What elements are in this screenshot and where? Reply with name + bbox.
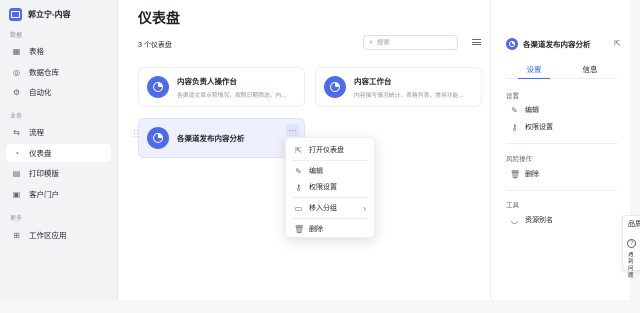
- panel-header: 各渠道发布内容分析: [506, 38, 591, 50]
- sidebar-item-label: 仪表盘: [29, 148, 52, 158]
- workspace-logo-icon: [9, 8, 22, 21]
- sidebar-section-more: 更多: [10, 216, 23, 222]
- panel-item-edit[interactable]: ✎ 编辑: [510, 105, 539, 115]
- database-icon: ◎: [13, 67, 20, 77]
- sidebar-item-label: 客户门户: [29, 189, 59, 199]
- search-icon: ⌕: [369, 38, 373, 46]
- dashboard-chart-icon: [147, 127, 169, 149]
- bottom-strip: [0, 300, 640, 313]
- card-description: 内容撰写情况统计，表格列表，常用功能...: [354, 92, 464, 99]
- print-icon: ▤: [12, 168, 21, 178]
- question-icon: ?: [627, 239, 636, 248]
- page-title: 仪表盘: [138, 10, 180, 26]
- menu-item-move-to-group[interactable]: ▭ 移入分组 ›: [286, 200, 374, 216]
- dashboard-count: 3 个仪表盘: [138, 42, 172, 49]
- more-options-button[interactable]: ···: [286, 124, 299, 136]
- menu-item-label: 编辑: [309, 168, 323, 175]
- search-input[interactable]: [376, 39, 447, 46]
- card-title: 内容负责人操作台: [177, 76, 237, 86]
- chevron-right-icon: ›: [363, 203, 366, 213]
- apps-icon: ⊞: [13, 230, 20, 240]
- open-external-icon[interactable]: ⇱: [614, 39, 621, 48]
- panel-divider: [506, 143, 618, 144]
- key-icon: ⚷: [511, 122, 518, 132]
- sidebar-section-data: 数据: [10, 33, 23, 39]
- tab-settings[interactable]: 设置: [506, 64, 562, 79]
- sidebar-item-dashboard[interactable]: ◔ 仪表盘: [6, 144, 111, 162]
- sidebar-section-business: 业务: [10, 114, 23, 120]
- panel-section-settings: 设置: [506, 93, 519, 100]
- panel-tabs: 设置 信息: [506, 64, 618, 79]
- menu-item-delete[interactable]: 🗑 删除: [286, 221, 374, 237]
- card-description: 各渠道文章点赞情况，按照日期筛选，内...: [177, 92, 287, 99]
- menu-item-label: 权限设置: [309, 184, 337, 191]
- search-box[interactable]: ⌕: [363, 35, 458, 50]
- edit-icon: ✎: [295, 166, 302, 176]
- menu-item-label: 打开仪表盘: [309, 147, 344, 154]
- card-title: 各渠道发布内容分析: [177, 133, 245, 143]
- menu-item-label: 删除: [309, 226, 323, 233]
- portal-icon: ▣: [12, 189, 21, 199]
- menu-divider: [292, 197, 368, 198]
- dashboard-card[interactable]: 内容工作台 内容撰写情况统计，表格列表，常用功能...: [315, 67, 482, 107]
- sidebar-item-data-warehouse[interactable]: ◎ 数据仓库: [6, 63, 111, 81]
- sidebar-item-workspace-apps[interactable]: ⊞ 工作区应用: [6, 226, 111, 244]
- dashboard-chart-icon: [324, 76, 346, 98]
- panel-section-tools: 工具: [506, 202, 519, 209]
- sidebar-item-label: 工作区应用: [29, 230, 67, 240]
- workspace-title: 郭立宁-内容: [28, 10, 71, 19]
- list-view-icon[interactable]: [472, 37, 481, 47]
- context-menu: ⇱ 打开仪表盘 ✎ 编辑 ⚷ 权限设置 ▭ 移入分组 › 🗑 删除: [285, 137, 375, 238]
- panel-item-label: 资源别名: [525, 217, 553, 224]
- key-icon: ⚷: [295, 182, 302, 192]
- panel-item-permissions[interactable]: ⚷ 权限设置: [510, 122, 553, 132]
- panel-item-delete[interactable]: 🗑 删除: [510, 169, 539, 179]
- menu-item-label: 移入分组: [309, 205, 337, 212]
- sidebar-item-print-template[interactable]: ▤ 打印模版: [6, 164, 111, 182]
- sidebar-item-label: 自动化: [29, 87, 52, 97]
- card-title: 内容工作台: [354, 76, 392, 86]
- menu-divider: [292, 218, 368, 219]
- sidebar-item-label: 数据仓库: [29, 67, 59, 77]
- menu-item-permissions[interactable]: ⚷ 权限设置: [286, 179, 374, 195]
- panel-item-label: 权限设置: [525, 124, 553, 131]
- helper-top-text: 品质: [628, 221, 640, 228]
- automation-icon: ⚙: [12, 87, 21, 97]
- menu-divider: [292, 160, 368, 161]
- sidebar-item-label: 流程: [29, 127, 44, 137]
- tab-info[interactable]: 信息: [562, 64, 618, 78]
- dashboard-card[interactable]: 各渠道发布内容分析 ···: [138, 118, 305, 158]
- sidebar-item-automation[interactable]: ⚙ 自动化: [6, 83, 111, 101]
- panel-item-label: 编辑: [525, 107, 539, 114]
- sidebar: 郭立宁-内容 数据 ▦ 表格 ◎ 数据仓库 ⚙ 自动化 业务 ⇆ 流程 ◔ 仪表…: [0, 0, 118, 313]
- details-panel: 各渠道发布内容分析 ⇱ 设置 信息 设置 ✎ 编辑 ⚷ 权限设置 风险操作 🗑 …: [490, 0, 630, 313]
- dashboard-card[interactable]: 内容负责人操作台 各渠道文章点赞情况，按照日期筛选，内...: [138, 67, 305, 107]
- sidebar-item-label: 表格: [29, 46, 44, 56]
- help-widget[interactable]: 品质 ? 遇到问题: [622, 215, 640, 279]
- panel-divider: [506, 190, 618, 191]
- panel-item-resource-alias[interactable]: ◡ 资源别名: [510, 215, 553, 225]
- open-external-icon: ⇱: [295, 145, 302, 155]
- dashboard-icon: ◔: [14, 148, 19, 158]
- panel-title: 各渠道发布内容分析: [523, 39, 591, 49]
- sidebar-item-flow[interactable]: ⇆ 流程: [6, 123, 111, 141]
- alias-icon: ◡: [511, 215, 518, 225]
- dashboard-chart-icon: [147, 76, 169, 98]
- table-icon: ▦: [12, 46, 21, 56]
- sidebar-item-customer-portal[interactable]: ▣ 客户门户: [6, 185, 111, 203]
- move-folder-icon: ▭: [294, 203, 303, 213]
- menu-item-edit[interactable]: ✎ 编辑: [286, 163, 374, 179]
- sidebar-item-label: 打印模版: [29, 168, 59, 178]
- helper-bottom-text: 遇到问题: [628, 252, 634, 279]
- flow-icon: ⇆: [13, 127, 20, 137]
- panel-item-label: 删除: [525, 171, 539, 178]
- dashboard-chart-icon: [506, 38, 518, 50]
- edit-icon: ✎: [511, 105, 518, 115]
- trash-icon: 🗑: [294, 224, 305, 234]
- panel-section-risk: 风险操作: [506, 156, 532, 163]
- menu-item-open-dashboard[interactable]: ⇱ 打开仪表盘: [286, 142, 374, 158]
- workspace-header[interactable]: 郭立宁-内容: [9, 8, 71, 21]
- sidebar-item-table[interactable]: ▦ 表格: [6, 42, 111, 60]
- trash-icon: 🗑: [510, 169, 521, 179]
